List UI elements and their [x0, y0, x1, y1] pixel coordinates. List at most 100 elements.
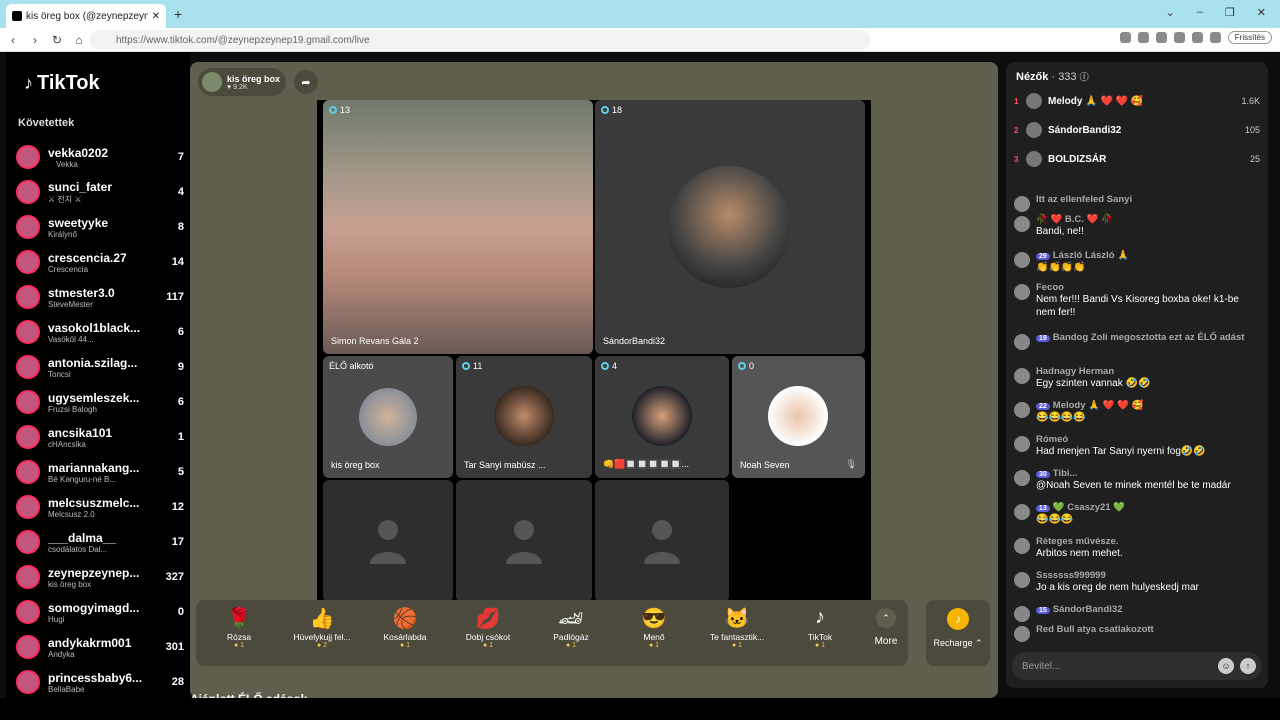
- chat-user[interactable]: Melody 🙏 ❤️ ❤️ 🥰: [1053, 400, 1144, 411]
- extension-icon[interactable]: [1155, 32, 1167, 43]
- following-account[interactable]: ugysemleszek... Fruzsi Balogh 6: [16, 385, 184, 419]
- chat-message: 🥀 ❤️ B.C. ❤️ 🥀 Bandi, ne!!: [1014, 214, 1260, 238]
- chat-message: 29 László László 🙏 👏👏👏👏: [1014, 250, 1260, 274]
- maximize-button[interactable]: ❐: [1225, 6, 1235, 19]
- translate-icon[interactable]: [1137, 32, 1149, 43]
- chat-user[interactable]: 🥀 ❤️ B.C. ❤️ 🥀: [1036, 214, 1113, 225]
- chat-text: Bandi, ne!!: [1036, 226, 1084, 237]
- gift-item[interactable]: 😎 Menő ● 1: [619, 606, 689, 649]
- share-icon[interactable]: ➦: [294, 70, 318, 94]
- top-viewer[interactable]: 3 BOLDIZSÁR 25: [1014, 146, 1260, 172]
- chat-user[interactable]: Red Bull atya csatlakozott: [1036, 624, 1154, 635]
- following-account[interactable]: melcsuszmelc... Melcsusz 2.0 12: [16, 490, 184, 524]
- tiktok-logo[interactable]: ♪ TikTok: [24, 72, 100, 95]
- chat-user[interactable]: Rómeó: [1036, 434, 1068, 445]
- viewers-header[interactable]: Nézők · 333 ⓘ: [1016, 70, 1089, 83]
- account-nickname: Vekka: [48, 159, 86, 169]
- following-account[interactable]: sweetyyke Királynő 8: [16, 210, 184, 244]
- guest-cell-5[interactable]: 4 👊🟥🔲🔲🔲🔲🔲...: [595, 356, 729, 478]
- gift-item[interactable]: 🌹 Rózsa ● 1: [204, 606, 274, 649]
- account-name: vekka0202: [48, 145, 109, 160]
- chat-user[interactable]: László László 🙏: [1053, 250, 1129, 261]
- viewer-count: 7: [177, 151, 184, 163]
- gift-item[interactable]: ♪ TikTok ● 1: [785, 606, 855, 649]
- following-account[interactable]: antonia.szilag... Toncsi 9: [16, 350, 184, 384]
- host-pill[interactable]: kis öreg box ♥ 9.2K: [198, 68, 286, 96]
- following-account[interactable]: vasokol1black... Vasököl 44... 6: [16, 315, 184, 349]
- following-account[interactable]: vekka0202 Vekka 7: [16, 140, 184, 174]
- chat-message: Itt az ellenfeled Sanyi: [1014, 194, 1260, 212]
- empty-seat[interactable]: [323, 480, 453, 602]
- following-account[interactable]: princessbaby6... BellaBabe 28: [16, 665, 184, 699]
- following-account[interactable]: stmester3.0 SteveMester 117: [16, 280, 184, 314]
- recharge-button[interactable]: ♪ Recharge ⌃: [926, 600, 990, 666]
- favorites-icon[interactable]: [1209, 32, 1221, 43]
- chat-user[interactable]: SándorBandi32: [1053, 604, 1123, 615]
- following-account[interactable]: crescencia.27 Crescencia 14: [16, 245, 184, 279]
- chat-user[interactable]: Fecoo: [1036, 282, 1064, 293]
- guest-cell-2[interactable]: 18 SándorBandi32: [595, 100, 865, 354]
- guest-video-feed: [323, 100, 593, 354]
- avatar: [1014, 504, 1030, 520]
- home-icon[interactable]: ⌂: [70, 33, 88, 47]
- empty-seat-icon: [370, 520, 406, 564]
- gift-item[interactable]: 🏎 Padlógáz ● 1: [536, 606, 606, 649]
- info-icon[interactable]: ⓘ: [1080, 72, 1089, 82]
- chat-user[interactable]: Tibi...: [1053, 468, 1078, 479]
- gift-more-button[interactable]: ⌃ More: [868, 608, 904, 647]
- top-viewer[interactable]: 2 SándorBandi32 105: [1014, 117, 1260, 143]
- url-bar[interactable]: https://www.tiktok.com/@zeynepzeynep19.g…: [90, 30, 870, 50]
- guest-cell-4[interactable]: 11 Tar Sanyi mabüsz ...: [456, 356, 592, 478]
- chat-panel: Nézők · 333 ⓘ 1 Melody 🙏 ❤️ ❤️ 🥰 1.6K 2 Sánd…: [1006, 62, 1268, 688]
- chat-user[interactable]: Bandog Zoli megosztotta ezt az ÉLŐ adást: [1053, 332, 1245, 343]
- browser-tab[interactable]: kis öreg box (@zeynepzeyne… ✕: [6, 4, 166, 28]
- following-account[interactable]: ancsika101 cHAncsika 1: [16, 420, 184, 454]
- refresh-button[interactable]: Frissítés: [1227, 31, 1272, 44]
- minimize-button[interactable]: –: [1197, 6, 1203, 19]
- following-account[interactable]: andykakrm001 Andyka 301: [16, 630, 184, 664]
- chat-user[interactable]: Hadnagy Herman: [1036, 366, 1114, 377]
- top-viewer[interactable]: 1 Melody 🙏 ❤️ ❤️ 🥰 1.6K: [1014, 88, 1260, 114]
- level-badge: 29: [1036, 253, 1050, 260]
- guest-cell-3[interactable]: ÉLŐ alkotó kis öreg box: [323, 356, 453, 478]
- chat-user[interactable]: Itt az ellenfeled Sanyi: [1036, 194, 1132, 205]
- reload-icon[interactable]: ↻: [48, 33, 66, 47]
- chat-text: Jo a kis oreg de nem hulyeskedj mar: [1036, 582, 1199, 593]
- close-window-button[interactable]: ✕: [1257, 6, 1266, 19]
- avatar: [1026, 122, 1042, 138]
- chat-input[interactable]: Bevitel... ☺ ↑: [1012, 652, 1262, 680]
- account-name: ugysemleszek...: [48, 390, 140, 405]
- gift-item[interactable]: 🏀 Kosárlabda ● 1: [370, 606, 440, 649]
- empty-seat[interactable]: [595, 480, 729, 602]
- emoji-icon[interactable]: ☺: [1218, 658, 1234, 674]
- back-icon[interactable]: ‹: [4, 33, 22, 47]
- guest-cell-6[interactable]: 0 Noah Seven 🎙: [732, 356, 865, 478]
- following-account[interactable]: somogyimagd... Hugi 0: [16, 595, 184, 629]
- shield-icon[interactable]: [1119, 32, 1131, 43]
- following-account[interactable]: ___dalma__ csodálatos Dal... 17: [16, 525, 184, 559]
- empty-seat[interactable]: [456, 480, 592, 602]
- gift-item[interactable]: 🐱 Te fantasztik... ● 1: [702, 606, 772, 649]
- gift-item[interactable]: 💋 Dobj csókot ● 1: [453, 606, 523, 649]
- new-tab-button[interactable]: +: [174, 6, 182, 22]
- account-name: sunci_fater: [48, 179, 113, 194]
- following-account[interactable]: zeynepzeynep... kis öreg box 327: [16, 560, 184, 594]
- chat-user[interactable]: Réteges művésze.: [1036, 536, 1118, 547]
- chat-user[interactable]: 💚 Csaszy21 💚: [1053, 502, 1125, 513]
- gift-name: Dobj csókot: [465, 632, 511, 642]
- sidebar-icon[interactable]: [1191, 32, 1203, 43]
- following-account[interactable]: mariannakang... Bé Kənguru-né B... 5: [16, 455, 184, 489]
- send-icon[interactable]: ↑: [1240, 658, 1256, 674]
- chat-user[interactable]: Sssssss999999: [1036, 570, 1106, 581]
- guest-cell-1[interactable]: 13 Simon Revans Gála 2: [323, 100, 593, 354]
- tab-search-icon[interactable]: ⌄: [1166, 6, 1175, 19]
- logo-text: TikTok: [37, 72, 100, 94]
- bottom-bar: [0, 698, 1280, 720]
- tab-close-icon[interactable]: ✕: [152, 11, 160, 22]
- muted-mic-icon: 🎙: [845, 459, 857, 469]
- forward-icon[interactable]: ›: [26, 33, 44, 47]
- puzzle-icon[interactable]: [1173, 32, 1185, 43]
- following-account[interactable]: sunci_fater ⚔ 천지 ⚔ 4: [16, 175, 184, 209]
- chat-message: 30 Tibi... @Noah Seven te minek mentél be …: [1014, 468, 1260, 492]
- gift-item[interactable]: 👍 Hüvelykujj fel... ● 2: [287, 606, 357, 649]
